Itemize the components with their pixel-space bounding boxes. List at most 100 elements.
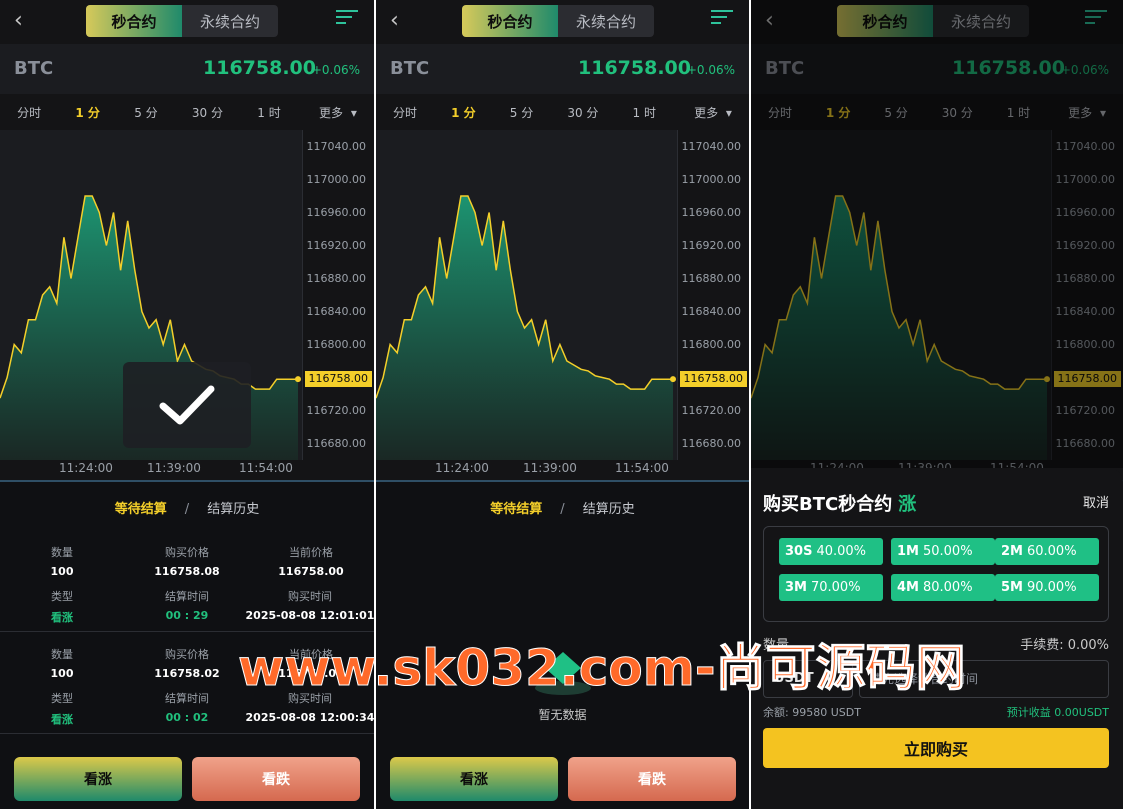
timeframe-1h[interactable]: 1 时 — [629, 104, 660, 121]
back-arrow-icon[interactable]: ‹ — [14, 10, 23, 32]
fee-label: 手续费: 0.00% — [1020, 638, 1109, 653]
order-buy-time: 购买时间 2025-08-08 12:01:01 — [245, 590, 374, 622]
empty-text: 暂无数据 — [538, 708, 587, 722]
timeframe-tick[interactable]: 分时 — [13, 104, 45, 121]
last-price-point — [670, 376, 676, 383]
timeframe-1m[interactable]: 1 分 — [447, 104, 480, 121]
timeframe-5m[interactable]: 5 分 — [506, 104, 537, 121]
action-buttons: 看涨 看跌 — [0, 757, 374, 805]
last-price-point — [295, 376, 301, 383]
order-type: 类型 看涨 — [51, 590, 73, 624]
check-icon — [159, 385, 215, 425]
price-tick-label: 116880.00 — [306, 271, 367, 285]
balance-text: 余额: 99580 USDT — [763, 706, 861, 719]
price-tick-label: 116960.00 — [306, 205, 367, 219]
price-tick-label: 117000.00 — [306, 172, 367, 186]
time-label: 11:54:00 — [239, 461, 293, 475]
price-tick-label: 116880.00 — [681, 271, 742, 285]
timeframe-30m[interactable]: 30 分 — [188, 104, 227, 121]
period-option-1m[interactable]: 1M 50.00% — [891, 538, 995, 565]
price-tick-label: 116840.00 — [681, 304, 742, 318]
symbol-price: 116758.00 — [578, 57, 691, 79]
symbol-bar: BTC 116758.00 +0.06% — [376, 44, 749, 94]
tab-perpetual-contract[interactable]: 永续合约 — [558, 5, 654, 37]
timeframe-1m[interactable]: 1 分 — [71, 104, 104, 121]
action-buttons: 看涨 看跌 — [376, 757, 749, 805]
timeframe-5m[interactable]: 5 分 — [130, 104, 161, 121]
order-buy-price: 购买价格 116758.02 — [154, 648, 220, 680]
time-label: 11:39:00 — [147, 461, 201, 475]
tab-history[interactable]: 结算历史 — [583, 502, 635, 517]
period-options: 30S 40.00% 1M 50.00% 2M 60.00% 3M 70.00% 4M 8… — [763, 526, 1109, 622]
watermark-text: www.sk032.com-尚可源码网 — [238, 639, 967, 698]
current-price-tag: 116758.00 — [679, 371, 747, 388]
time-label: 11:54:00 — [615, 461, 669, 475]
top-bar: ‹ 秒合约 永续合约 — [0, 0, 374, 44]
order-tabs: 等待结算 / 结算历史 — [490, 502, 635, 517]
menu-icon[interactable] — [711, 10, 733, 32]
timeframe-more[interactable]: 更多 ▾ — [311, 104, 361, 121]
time-label: 11:24:00 — [435, 461, 489, 475]
tab-perpetual-contract[interactable]: 永续合约 — [182, 5, 278, 37]
tab-pending[interactable]: 等待结算 — [115, 502, 167, 517]
price-tick-label: 116680.00 — [681, 436, 742, 450]
price-tick-label: 116920.00 — [681, 238, 742, 252]
back-arrow-icon[interactable]: ‹ — [390, 10, 399, 32]
tab-second-contract[interactable]: 秒合约 — [86, 5, 182, 37]
menu-icon[interactable] — [336, 10, 358, 32]
price-tick-label: 116960.00 — [681, 205, 742, 219]
timeframe-30m[interactable]: 30 分 — [563, 104, 602, 121]
period-option-5m[interactable]: 5M 90.00% — [995, 574, 1099, 601]
buy-down-button[interactable]: 看跌 — [192, 757, 360, 801]
order-type: 类型 看涨 — [51, 692, 73, 726]
order-qty: 数量 100 — [50, 546, 74, 578]
modal-backdrop[interactable] — [751, 0, 1123, 468]
price-tick-label: 117040.00 — [306, 139, 367, 153]
symbol-price: 116758.00 — [203, 57, 316, 79]
estimated-profit: 预计收益 0.00USDT — [1006, 706, 1109, 719]
screenshot-collage: ‹ 秒合约 永续合约 BTC 116758.00 +0.06% 分时 1 分 5… — [0, 0, 1123, 809]
current-price-tag: 116758.00 — [304, 371, 372, 388]
timeframe-more[interactable]: 更多 ▾ — [686, 104, 736, 121]
cancel-button[interactable]: 取消 — [1083, 492, 1109, 511]
order-settle-time: 结算时间 00 : 29 — [165, 590, 209, 622]
price-scale: 117040.00 117000.00 116960.00 116920.00 1168… — [302, 130, 374, 460]
timeframe-tick[interactable]: 分时 — [389, 104, 421, 121]
success-toast — [123, 362, 251, 448]
price-tick-label: 116720.00 — [681, 403, 742, 417]
price-tick-label: 117040.00 — [681, 139, 742, 153]
contract-type-switch: 秒合约 永续合约 — [462, 5, 654, 37]
time-label: 11:24:00 — [59, 461, 113, 475]
tab-second-contract[interactable]: 秒合约 — [462, 5, 558, 37]
order-current-price: 当前价格 116758.00 — [278, 546, 344, 578]
order-qty: 数量 100 — [50, 648, 74, 680]
symbol-change: +0.06% — [311, 63, 360, 77]
contract-type-switch: 秒合约 永续合约 — [86, 5, 278, 37]
timeframe-bar: 分时 1 分 5 分 30 分 1 时 更多 ▾ — [0, 94, 374, 130]
symbol-name: BTC — [14, 58, 54, 79]
tab-pending[interactable]: 等待结算 — [490, 502, 542, 517]
buy-now-button[interactable]: 立即购买 — [763, 728, 1109, 768]
buy-down-button[interactable]: 看跌 — [568, 757, 736, 801]
period-option-4m[interactable]: 4M 80.00% — [891, 574, 995, 601]
price-tick-label: 116720.00 — [306, 403, 367, 417]
modal-title: 购买BTC秒合约涨 — [763, 494, 917, 515]
order-settle-time: 结算时间 00 : 02 — [165, 692, 209, 724]
price-tick-label: 116680.00 — [306, 436, 367, 450]
price-scale: 117040.00 117000.00 116960.00 116920.00 1168… — [677, 130, 749, 460]
timeframe-1h[interactable]: 1 时 — [253, 104, 284, 121]
top-bar: ‹ 秒合约 永续合约 — [376, 0, 749, 44]
order-buy-price: 购买价格 116758.08 — [154, 546, 220, 578]
time-label: 11:39:00 — [523, 461, 577, 475]
period-option-30s[interactable]: 30S 40.00% — [779, 538, 883, 565]
buy-up-button[interactable]: 看涨 — [14, 757, 182, 801]
buy-up-button[interactable]: 看涨 — [390, 757, 558, 801]
period-option-3m[interactable]: 3M 70.00% — [779, 574, 883, 601]
price-tick-label: 116920.00 — [306, 238, 367, 252]
symbol-bar: BTC 116758.00 +0.06% — [0, 44, 374, 94]
symbol-change: +0.06% — [686, 63, 735, 77]
price-tick-label: 116840.00 — [306, 304, 367, 318]
tab-history[interactable]: 结算历史 — [207, 502, 259, 517]
symbol-name: BTC — [390, 58, 430, 79]
period-option-2m[interactable]: 2M 60.00% — [995, 538, 1099, 565]
